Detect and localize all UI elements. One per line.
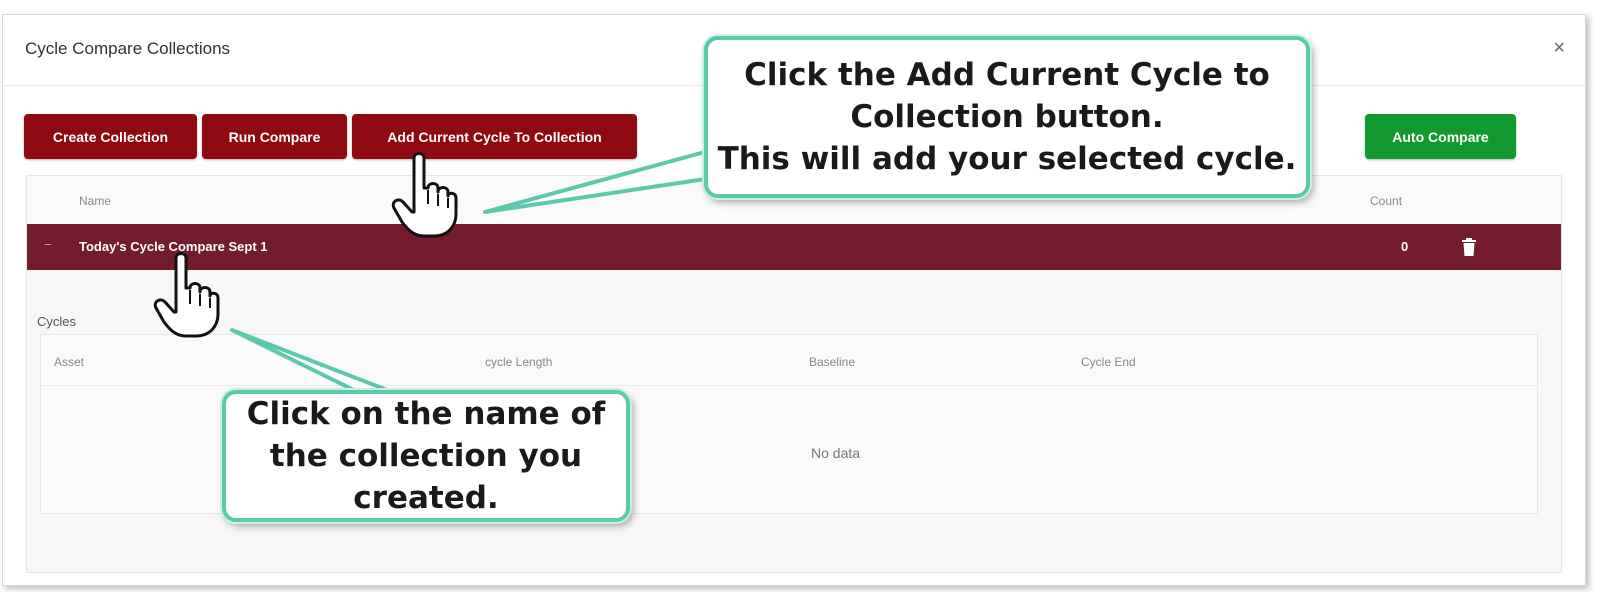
bottom-callout-text: Click on the name of the collection you … (246, 396, 606, 516)
pointing-hand-icon (391, 152, 458, 238)
top-callout-text: Click the Add Current Cycle to Collectio… (717, 57, 1297, 177)
top-callout: Click the Add Current Cycle to Collectio… (704, 36, 1310, 198)
bottom-callout: Click on the name of the collection you … (222, 390, 630, 522)
pointing-hand-icon (153, 252, 220, 338)
